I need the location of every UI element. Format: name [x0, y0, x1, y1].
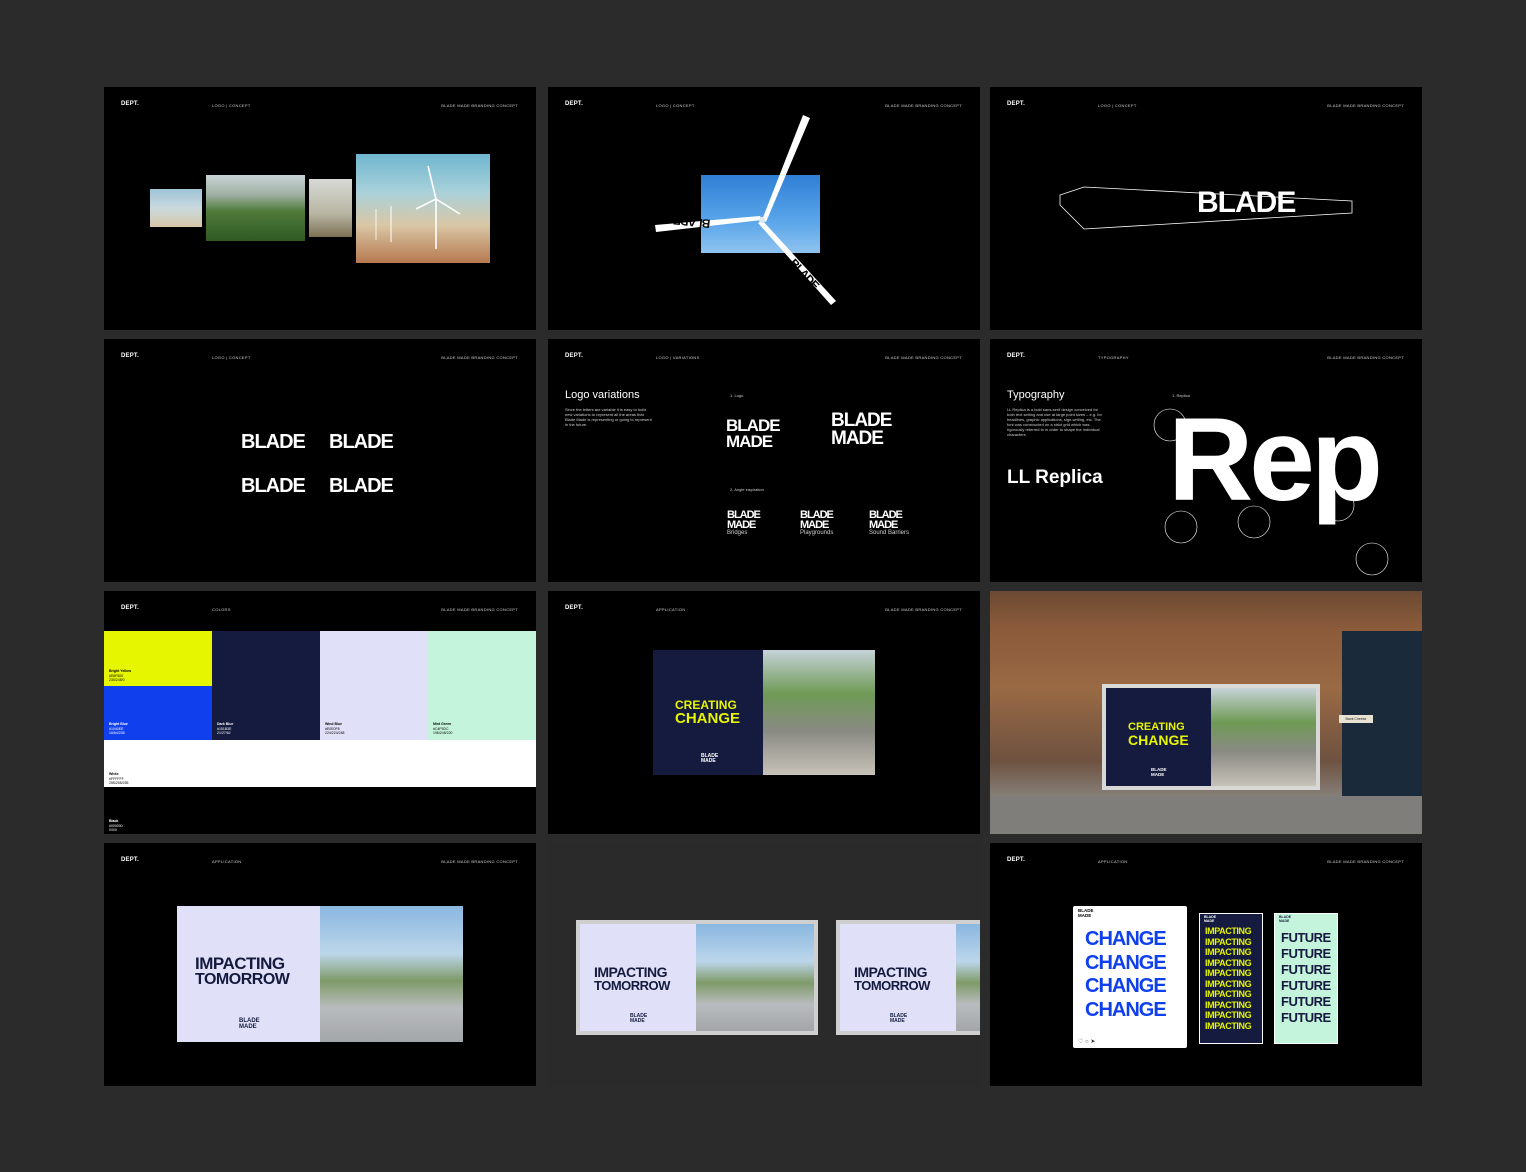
- blade-variant-4: BLADE: [329, 475, 394, 497]
- poster-left-panel: IMPACTING TOMORROW BLADE MADE: [177, 906, 320, 1042]
- dept-logo: DEPT.: [565, 353, 584, 359]
- poster-photo-green-wall: [320, 906, 463, 1042]
- dept-logo: DEPT.: [121, 605, 140, 611]
- slide-logo-variants[interactable]: DEPT. LOGO | CONCEPT BLADE MADE BRANDING…: [104, 339, 536, 582]
- swatch-bright-yellow: Bright Yellow #E6F500 230/245/0: [104, 631, 212, 686]
- turbine-illustration: [375, 165, 461, 249]
- photo-green-hills: [206, 175, 305, 241]
- blade-made-mark: BLADE MADE: [239, 1018, 260, 1030]
- billboard-2-photo: [956, 924, 980, 1031]
- shop-sign: Bank Cheese: [1339, 715, 1373, 723]
- project-label: BLADE MADE BRANDING CONCEPT: [885, 607, 962, 612]
- slide-typography[interactable]: DEPT. TYPOGRAPHY BLADE MADE BRANDING CON…: [990, 339, 1422, 582]
- label-angle: 2. Angle inspiration: [730, 487, 764, 492]
- blade-made-mark: BLADE MADE: [701, 753, 719, 764]
- slide-logo-variations[interactable]: DEPT. LOGO | VARIATIONS BLADE MADE BRAND…: [548, 339, 980, 582]
- blade-variant-3: BLADE: [241, 475, 306, 497]
- slide-title: Logo variations: [565, 389, 640, 401]
- angle-playgrounds: BLADE MADE Playgrounds: [800, 509, 834, 537]
- billboard-2: IMPACTING TOMORROW BLADE MADE: [836, 920, 980, 1035]
- label-logo: 1. Logo: [730, 393, 744, 398]
- street-sidewalk: [990, 796, 1422, 834]
- slide-logo-concept-blades[interactable]: DEPT. LOGO | CONCEPT BLADE MADE BRANDING…: [548, 87, 980, 330]
- blade-variant-2: BLADE: [329, 431, 394, 453]
- slide-logo-concept-photos[interactable]: DEPT. LOGO | CONCEPT BLADE MADE BRANDING…: [104, 87, 536, 330]
- project-label: BLADE MADE BRANDING CONCEPT: [441, 859, 518, 864]
- slide-colors[interactable]: DEPT. COLORS BLADE MADE BRANDING CONCEPT…: [104, 591, 536, 834]
- project-label: BLADE MADE BRANDING CONCEPT: [441, 607, 518, 612]
- project-label: BLADE MADE BRANDING CONCEPT: [885, 355, 962, 360]
- swatch-wind-blue: Wind Blue #E0E0F8 224/224/248: [320, 631, 428, 740]
- section-label: COLORS: [212, 607, 231, 612]
- swatch-dark-blue: Dark Blue #151B3E 21/27/62: [212, 631, 320, 740]
- poster-left-panel: CREATING CHANGE BLADE MADE: [653, 650, 763, 775]
- project-label: BLADE MADE BRANDING CONCEPT: [441, 103, 518, 108]
- slide-application-impacting[interactable]: DEPT. APPLICATION BLADE MADE BRANDING CO…: [104, 843, 536, 1086]
- social-post-change: BLADE MADE CHANGE CHANGE CHANGE CHANGE ♡…: [1073, 906, 1187, 1048]
- blade-rotor: [655, 115, 836, 305]
- angle-bridges: BLADE MADE Bridges: [727, 509, 761, 537]
- slide-application-social[interactable]: DEPT. APPLICATION BLADE MADE BRANDING CO…: [990, 843, 1422, 1086]
- angle-sound-barriers: BLADE MADE Sound Barriers: [869, 509, 910, 537]
- logo-stack-1: BLADE MADE: [726, 416, 781, 451]
- blade-wordmark: BLADE: [1197, 186, 1296, 219]
- grid-circles: [1153, 408, 1389, 576]
- billboard-1-left: IMPACTING TOMORROW BLADE MADE: [580, 924, 696, 1031]
- shop-facade: [1342, 631, 1422, 796]
- swatch-black: Black #000000 0/0/0: [104, 787, 536, 834]
- photo-turbine-sea: [150, 189, 202, 227]
- blade-made-mark: BLADE MADE: [1151, 767, 1167, 777]
- section-label: LOGO | VARIATIONS: [656, 355, 700, 360]
- section-label: APPLICATION: [1098, 859, 1128, 864]
- billboard-2-left: IMPACTING TOMORROW BLADE MADE: [840, 924, 956, 1031]
- blade-variant-1: BLADE: [241, 431, 306, 453]
- section-label: LOGO | CONCEPT: [212, 355, 251, 360]
- slide-billboards-wall[interactable]: IMPACTING TOMORROW BLADE MADE IMPACTING …: [548, 843, 980, 1086]
- billboard-frame: CREATING CHANGE BLADE MADE: [1102, 684, 1320, 790]
- billboard-photo: [1211, 688, 1316, 786]
- photo-turbines-field: [309, 179, 352, 237]
- slide-billboard-street[interactable]: CREATING CHANGE BLADE MADE Bank Cheese: [990, 591, 1422, 834]
- swatch-white: White #FFFFFF 255/255/255: [104, 740, 536, 787]
- logo-stack-2: BLADE MADE: [831, 410, 892, 449]
- story-impacting: BLADE MADE IMPACTING IMPACTING IMPACTING…: [1199, 913, 1263, 1044]
- post-action-icons: ♡ ○ ➤: [1078, 1039, 1096, 1045]
- dept-logo: DEPT.: [121, 857, 140, 863]
- project-label: BLADE MADE BRANDING CONCEPT: [441, 355, 518, 360]
- dept-logo: DEPT.: [121, 101, 140, 107]
- blade-made-mark: BLADE MADE: [630, 1013, 648, 1024]
- slide-application-creating-change[interactable]: DEPT. APPLICATION BLADE MADE BRANDING CO…: [548, 591, 980, 834]
- section-label: APPLICATION: [212, 859, 242, 864]
- billboard-1-photo: [696, 924, 814, 1031]
- photo-turbines-desert: [356, 154, 490, 263]
- blade-made-mark: BLADE MADE: [890, 1013, 908, 1024]
- section-label: APPLICATION: [656, 607, 686, 612]
- swatch-bright-blue: Bright Blue #1040EE 16/64/238: [104, 686, 212, 740]
- dept-logo: DEPT.: [121, 353, 140, 359]
- swatch-mint-green: Mint Green #C4F5DC 196/245/220: [428, 631, 536, 740]
- dept-logo: DEPT.: [565, 605, 584, 611]
- slide-body: Since the letters are variable it is eas…: [565, 407, 652, 427]
- billboard-left: CREATING CHANGE BLADE MADE: [1106, 688, 1211, 786]
- poster-photo-playground: [763, 650, 875, 775]
- slide-logo-concept-outline[interactable]: DEPT. LOGO | CONCEPT BLADE MADE BRANDING…: [990, 87, 1422, 330]
- dept-logo: DEPT.: [1007, 857, 1026, 863]
- project-label: BLADE MADE BRANDING CONCEPT: [1327, 859, 1404, 864]
- story-future: BLADE MADE FUTURE FUTURE FUTURE FUTURE F…: [1274, 913, 1338, 1044]
- section-label: LOGO | CONCEPT: [212, 103, 251, 108]
- billboard-1: IMPACTING TOMORROW BLADE MADE: [576, 920, 818, 1035]
